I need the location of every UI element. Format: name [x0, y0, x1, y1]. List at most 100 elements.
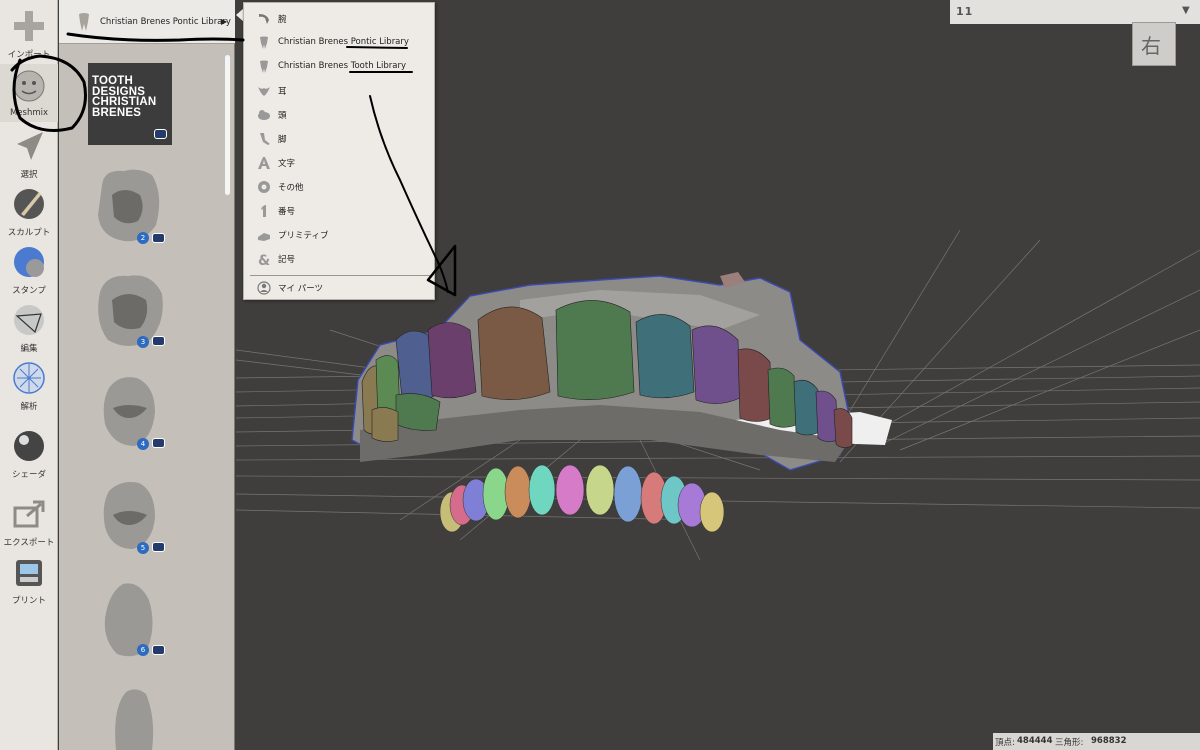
library-item[interactable]: 5	[99, 477, 165, 559]
symbol-icon: &	[258, 253, 270, 266]
head-icon	[258, 110, 270, 120]
library-item[interactable]: 6	[99, 580, 165, 662]
stamp-icon	[14, 247, 44, 277]
print-label: プリント	[11, 596, 46, 606]
item-number-badge: 6	[137, 644, 149, 656]
triangles-label: 三角形:	[1055, 738, 1084, 748]
menu-item-label: 番号	[278, 207, 296, 217]
print-icon	[16, 560, 42, 586]
item-library-icon	[152, 233, 165, 243]
layer-dropdown-value: 11	[956, 5, 974, 18]
menu-item-label: 記号	[278, 255, 296, 265]
menu-item-symbols[interactable]: & 記号	[244, 247, 434, 271]
item-library-icon	[152, 645, 165, 655]
library-item[interactable]: 3	[94, 270, 165, 352]
import-label: インポート	[7, 50, 51, 60]
menu-item-label: Christian Brenes Pontic Library	[278, 37, 409, 47]
item-number-badge: 3	[137, 336, 149, 348]
menu-item-my-parts[interactable]: マイ パーツ	[244, 276, 434, 300]
tooth-icon	[79, 13, 89, 31]
menu-item-label: 頭	[278, 111, 287, 121]
select-label: 選択	[20, 170, 38, 180]
shader-label: シェーダ	[11, 470, 46, 480]
leg-icon	[260, 133, 270, 145]
export-label: エクスポート	[3, 538, 55, 548]
library-panel: Christian Brenes Pontic Library ▶ TOOTH …	[59, 0, 235, 750]
menu-item-arm[interactable]: 腕	[244, 7, 434, 31]
select-arrow-icon	[17, 132, 43, 160]
select-button[interactable]: 選択	[0, 124, 58, 182]
library-item[interactable]	[104, 688, 164, 750]
analysis-icon	[13, 362, 45, 394]
print-button[interactable]: プリント	[0, 550, 58, 608]
library-logo-tile[interactable]: TOOTH DESIGNS CHRISTIAN BRENES	[88, 63, 172, 145]
view-cube-face-label: 右	[1141, 34, 1161, 58]
library-item[interactable]: 2	[94, 165, 165, 247]
incisor-icon	[115, 689, 154, 750]
letter-a-icon	[258, 157, 270, 169]
sculpt-button[interactable]: スカルプト	[0, 182, 58, 240]
library-dropdown[interactable]: Christian Brenes Pontic Library ▶	[59, 0, 235, 44]
layer-dropdown[interactable]: 11 ▼	[950, 0, 1200, 24]
plus-icon	[14, 11, 44, 41]
menu-item-head[interactable]: 頭	[244, 103, 434, 127]
export-button[interactable]: エクスポート	[0, 492, 58, 550]
vertices-value: 484444	[1017, 736, 1053, 746]
item-number-badge: 5	[137, 542, 149, 554]
meshmix-button[interactable]: Meshmix	[0, 64, 58, 122]
tooth-icon	[260, 60, 268, 73]
meshmix-label: Meshmix	[9, 108, 49, 118]
menu-item-label: 腕	[278, 15, 287, 25]
menu-item-label: 耳	[278, 87, 287, 97]
sculpt-label: スカルプト	[7, 228, 51, 238]
dropdown-arrow-icon: ▶	[221, 17, 228, 26]
tooth-icon	[260, 36, 268, 49]
view-cube[interactable]: 右	[1132, 22, 1176, 66]
menu-item-label: 脚	[278, 135, 287, 145]
analysis-label: 解析	[20, 402, 38, 412]
library-dropdown-label: Christian Brenes Pontic Library	[100, 17, 231, 27]
import-button[interactable]: インポート	[0, 4, 58, 62]
my-parts-icon	[257, 281, 271, 295]
primitive-icon	[258, 233, 270, 241]
library-scrollbar[interactable]	[225, 55, 230, 195]
menu-item-label: Christian Brenes Tooth Library	[278, 61, 407, 71]
triangles-value: 968832	[1091, 736, 1127, 746]
analysis-button[interactable]: 解析	[0, 356, 58, 414]
menu-item-leg[interactable]: 脚	[244, 127, 434, 151]
library-logo-text: TOOTH DESIGNS CHRISTIAN BRENES	[92, 75, 157, 119]
lower-teeth[interactable]	[439, 464, 725, 533]
library-badge-icon	[154, 129, 167, 139]
library-item[interactable]: 4	[99, 372, 165, 454]
menu-item-label: マイ パーツ	[278, 284, 324, 294]
menu-item-label: プリミティブ	[278, 231, 329, 241]
chevron-down-icon: ▼	[1182, 5, 1190, 16]
menu-item-label: その他	[278, 183, 304, 193]
menu-item-ear[interactable]: 耳	[244, 79, 434, 103]
item-number-badge: 4	[137, 438, 149, 450]
meshmix-icon	[13, 70, 45, 102]
ear-icon	[258, 87, 270, 96]
stamp-button[interactable]: スタンプ	[0, 240, 58, 298]
left-toolbar: インポート Meshmix 選択 スカルプト スタンプ 編集 解析 シェーダ エ…	[0, 0, 58, 750]
item-library-icon	[152, 438, 165, 448]
menu-item-pontic-library[interactable]: Christian Brenes Pontic Library	[244, 31, 434, 55]
shader-sphere-icon	[14, 431, 44, 461]
status-bar: 頂点: 484444 三角形: 968832	[993, 733, 1200, 750]
menu-item-primitives[interactable]: プリミティブ	[244, 223, 434, 247]
item-library-icon	[152, 336, 165, 346]
menu-item-letters[interactable]: 文字	[244, 151, 434, 175]
edit-button[interactable]: 編集	[0, 298, 58, 356]
menu-item-tooth-library[interactable]: Christian Brenes Tooth Library	[244, 55, 434, 79]
arm-icon	[259, 14, 269, 24]
svg-text:&: &	[258, 253, 270, 266]
sculpt-brush-icon	[14, 189, 44, 219]
edit-icon	[14, 305, 44, 335]
misc-icon	[258, 181, 270, 193]
item-library-icon	[152, 542, 165, 552]
stamp-label: スタンプ	[12, 286, 46, 296]
menu-item-numbers[interactable]: 番号	[244, 199, 434, 223]
menu-item-misc[interactable]: その他	[244, 175, 434, 199]
shader-button[interactable]: シェーダ	[0, 424, 58, 482]
number-icon	[261, 205, 266, 217]
